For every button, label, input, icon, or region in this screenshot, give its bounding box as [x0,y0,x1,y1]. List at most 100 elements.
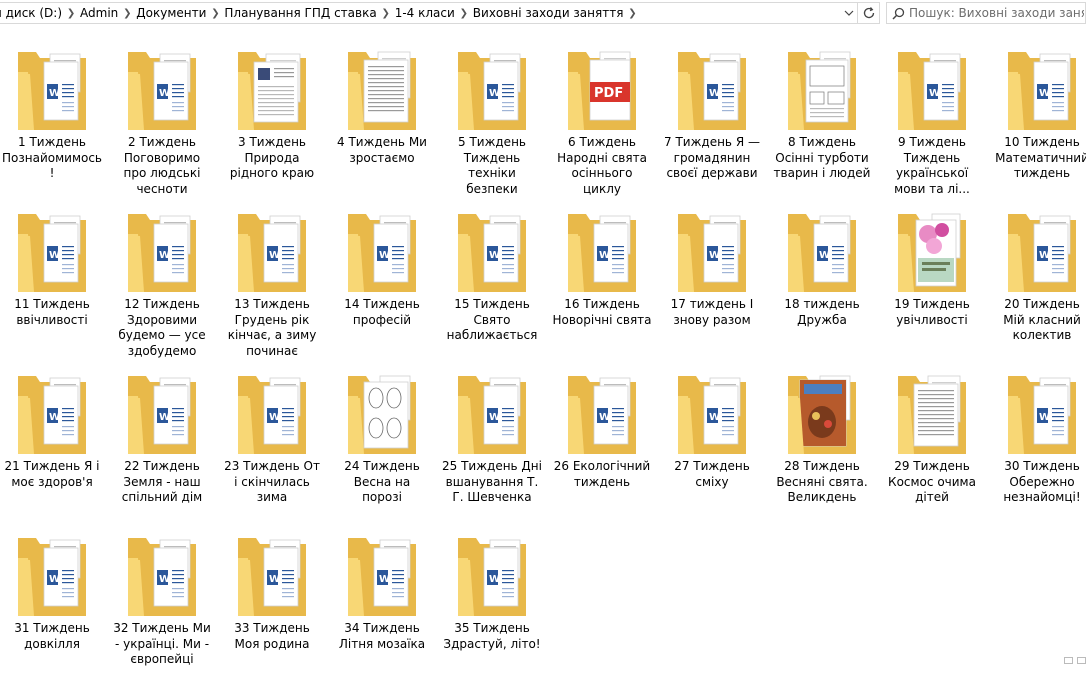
search-icon[interactable] [887,3,909,23]
folder-label: 22 Тиждень Земля - наш спільний дім [121,459,203,504]
breadcrumb-separator-icon[interactable]: ❯ [118,8,136,19]
folder-item[interactable]: W 35 Тиждень Здрастуй, літо! [442,530,542,692]
folder-icon: W [456,206,528,294]
svg-text:W: W [929,88,940,99]
folder-icon: W [16,44,88,132]
folder-label: 35 Тиждень Здрастуй, літо! [443,621,541,651]
view-mode-icons[interactable] [1052,657,1086,665]
breadcrumb-current-folder[interactable]: Виховні заходи заняття [473,6,624,20]
svg-text:W: W [489,412,500,423]
folder-item[interactable]: W 32 Тиждень Ми - українці. Ми - європейц… [112,530,212,692]
refresh-icon[interactable] [857,3,879,23]
folder-item[interactable]: W 7 Тиждень Я — громадянин своєї держави [662,44,762,206]
svg-text:PDF: PDF [594,86,623,101]
folder-item[interactable]: 3 Тиждень Природа рідного краю [222,44,322,206]
folder-item[interactable]: W 26 Екологічний тиждень [552,368,652,530]
folder-item[interactable]: 8 Тиждень Осінні турботи тварин і людей [772,44,872,206]
folder-item[interactable]: 24 Тиждень Весна на порозі [332,368,432,530]
breadcrumb-drive[interactable]: й диск (D:) [0,6,62,20]
folder-icon: W [676,368,748,456]
folder-label: 2 Тиждень Поговоримо про людські чесноти [123,135,201,196]
folder-item[interactable]: W 13 Тиждень Грудень рік кінчає, а зиму п… [222,206,322,368]
folder-label: 10 Тиждень Математичний тиждень [995,135,1086,180]
folder-icon: W [346,530,418,618]
folder-label: 27 Тиждень сміху [674,459,750,489]
folder-label: 3 Тиждень Природа рідного краю [229,135,315,180]
folder-item[interactable]: W 15 Тиждень Свято наближається [442,206,542,368]
folder-icon [896,368,968,456]
folder-item[interactable]: 19 Тиждень увічливості [882,206,982,368]
folder-icon: W [566,206,638,294]
folder-item[interactable]: W 9 Тиждень Тиждень української мови та л… [882,44,982,206]
folder-item[interactable]: W 21 Тиждень Я і моє здоров'я [2,368,102,530]
svg-text:W: W [379,250,390,261]
folder-item[interactable]: W 34 Тиждень Літня мозаїка [332,530,432,692]
svg-text:W: W [159,574,170,585]
folder-icon: W [1006,44,1078,132]
folder-item[interactable]: W 31 Тиждень довкілля [2,530,102,692]
folder-item[interactable]: W 20 Тиждень Мій класний колектив [992,206,1086,368]
folder-label: 12 Тиждень Здоровими будемо — усе здобуд… [118,297,206,358]
folder-icon: W [236,206,308,294]
breadcrumb-separator-icon[interactable]: ❯ [455,8,473,19]
breadcrumb-separator-icon[interactable]: ❯ [377,8,395,19]
folder-item[interactable]: W 30 Тиждень Обережно незнайомці! [992,368,1086,530]
breadcrumb-documents[interactable]: Документи [136,6,206,20]
folder-item[interactable]: W 12 Тиждень Здоровими будемо — усе здобу… [112,206,212,368]
folder-item[interactable]: PDF 6 Тиждень Народні свята осіннього цик… [552,44,652,206]
address-bar[interactable]: й диск (D:) ❯ Admin ❯ Документи ❯ Планув… [0,2,880,24]
folder-icon: W [1006,206,1078,294]
breadcrumb-separator-icon[interactable]: ❯ [206,8,224,19]
folder-icon [236,44,308,132]
folder-icon [786,44,858,132]
folder-label: 23 Тиждень От і скінчилась зима [224,459,320,504]
svg-text:W: W [489,574,500,585]
folder-item[interactable]: W 2 Тиждень Поговоримо про людські чеснот… [112,44,212,206]
folder-item[interactable]: W 18 тиждень Дружба [772,206,872,368]
folder-item[interactable]: 29 Тиждень Космос очима дітей [882,368,982,530]
folder-item[interactable]: W 23 Тиждень От і скінчилась зима [222,368,322,530]
folder-item[interactable]: W 22 Тиждень Земля - наш спільний дім [112,368,212,530]
address-dropdown-icon[interactable] [841,3,857,23]
search-box[interactable] [886,2,1086,24]
folder-item[interactable]: W 11 Тиждень ввічливості [2,206,102,368]
folder-label: 14 Тиждень професій [344,297,420,327]
folder-label: 30 Тиждень Обережно незнайомці! [1003,459,1081,504]
folder-icon: W [456,530,528,618]
folder-label: 9 Тиждень Тиждень української мови та лі… [894,135,970,196]
folder-icon: W [126,530,198,618]
folder-label: 8 Тиждень Осінні турботи тварин і людей [773,135,871,180]
svg-text:W: W [49,88,60,99]
folder-item[interactable]: W 25 Тиждень Дні вшанування Т. Г. Шевченк… [442,368,542,530]
folder-item[interactable]: 4 Тиждень Ми зростаємо [332,44,432,206]
folder-icon: W [346,206,418,294]
breadcrumb-planning[interactable]: Планування ГПД ставка [224,6,376,20]
folder-icon: W [236,368,308,456]
search-input[interactable] [909,6,1084,20]
breadcrumb-separator-icon[interactable]: ❯ [62,8,80,19]
folder-item[interactable]: W 17 тиждень І знову разом [662,206,762,368]
svg-text:W: W [1039,250,1050,261]
folder-icon [346,44,418,132]
folder-item[interactable]: W 27 Тиждень сміху [662,368,762,530]
folder-item[interactable]: W 5 Тиждень Тиждень техніки безпеки [442,44,542,206]
folder-item[interactable]: W 1 Тиждень Познайомимось! [2,44,102,206]
svg-text:W: W [379,574,390,585]
folder-icon: W [16,206,88,294]
breadcrumb-admin[interactable]: Admin [80,6,118,20]
svg-text:W: W [159,88,170,99]
folder-item[interactable]: W 14 Тиждень професій [332,206,432,368]
svg-text:W: W [1039,88,1050,99]
breadcrumb-separator-icon[interactable]: ❯ [623,8,641,19]
folder-icon: W [456,368,528,456]
folder-item[interactable]: W 10 Тиждень Математичний тиждень [992,44,1086,206]
breadcrumb-grades[interactable]: 1-4 класи [395,6,455,20]
folder-item[interactable]: W 33 Тиждень Моя родина [222,530,322,692]
folder-item[interactable]: 28 Тиждень Весняні свята. Великдень [772,368,872,530]
svg-text:W: W [599,250,610,261]
folder-icon: W [126,206,198,294]
svg-text:W: W [1039,412,1050,423]
folder-label: 31 Тиждень довкілля [14,621,90,651]
svg-text:W: W [49,412,60,423]
folder-item[interactable]: W 16 Тиждень Новорічні свята [552,206,652,368]
